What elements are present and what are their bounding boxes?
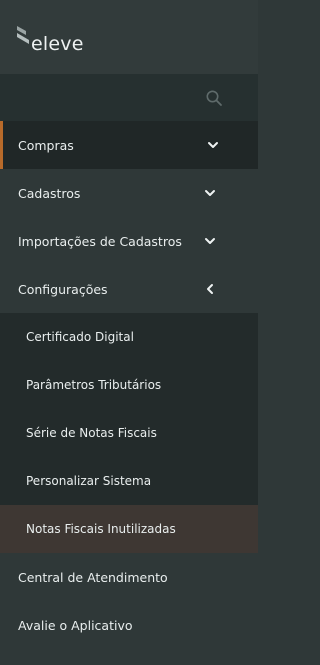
- menu-item-label: Configurações: [18, 281, 108, 297]
- submenu-item-label: Notas Fiscais Inutilizadas: [26, 522, 176, 536]
- menu-item-importacoes-de-cadastros[interactable]: Importações de Cadastros: [0, 217, 258, 265]
- menu-item-label: Central de Atendimento: [18, 569, 168, 585]
- menu-item-label: Cadastros: [18, 185, 81, 201]
- menu-item-compras[interactable]: Compras: [0, 121, 258, 169]
- submenu-configuracoes: Certificado Digital Parâmetros Tributári…: [0, 313, 258, 553]
- submenu-item-serie-de-notas-fiscais[interactable]: Série de Notas Fiscais: [0, 409, 258, 457]
- menu-item-label: Avalie o Aplicativo: [18, 617, 133, 633]
- menu-item-cadastros[interactable]: Cadastros: [0, 169, 258, 217]
- sidebar: eleve Compras Cadastros Importações de C…: [0, 0, 258, 665]
- eleve-logo-icon: [17, 26, 29, 44]
- submenu-item-certificado-digital[interactable]: Certificado Digital: [0, 313, 258, 361]
- submenu-item-label: Personalizar Sistema: [26, 474, 152, 488]
- chevron-left-icon: [207, 284, 213, 294]
- submenu-item-personalizar-sistema[interactable]: Personalizar Sistema: [0, 457, 258, 505]
- menu-item-label: Compras: [18, 137, 74, 153]
- submenu-item-parametros-tributarios[interactable]: Parâmetros Tributários: [0, 361, 258, 409]
- submenu-item-label: Certificado Digital: [26, 330, 134, 344]
- menu-item-label: Importações de Cadastros: [18, 233, 182, 249]
- search-icon[interactable]: [205, 89, 223, 107]
- menu-item-configuracoes[interactable]: Configurações: [0, 265, 258, 313]
- submenu-item-label: Parâmetros Tributários: [26, 378, 162, 392]
- logo-area: eleve: [0, 0, 258, 74]
- logo-text: eleve: [31, 33, 84, 55]
- menu-item-avalie-o-aplicativo[interactable]: Avalie o Aplicativo: [0, 601, 258, 649]
- menu-item-central-de-atendimento[interactable]: Central de Atendimento: [0, 553, 258, 601]
- chevron-down-icon: [205, 190, 215, 196]
- submenu-item-label: Série de Notas Fiscais: [26, 426, 157, 440]
- submenu-item-notas-fiscais-inutilizadas[interactable]: Notas Fiscais Inutilizadas: [0, 505, 258, 553]
- chevron-down-icon: [205, 238, 215, 244]
- brand-logo[interactable]: eleve: [16, 22, 84, 56]
- chevron-down-icon: [208, 142, 218, 148]
